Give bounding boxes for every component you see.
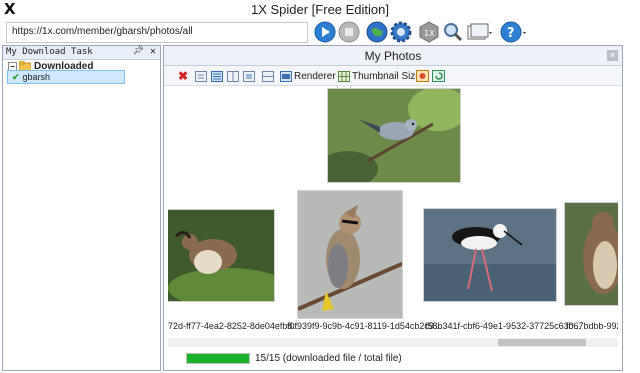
close-icon[interactable]: ✕ (607, 50, 618, 61)
search-button[interactable] (442, 21, 464, 43)
globe-button[interactable] (366, 21, 388, 43)
play-button[interactable] (314, 21, 336, 43)
photo-thumbnail[interactable] (564, 202, 618, 306)
help-icon: ? (500, 21, 526, 43)
renderer-dropdown[interactable]: Renderer ▼ (280, 69, 346, 83)
photos-panel-header: My Photos (164, 46, 622, 66)
window-button[interactable] (466, 21, 494, 43)
renderer-icon (280, 70, 292, 82)
status-bar: 15/15 (downloaded file / total file) (164, 349, 622, 370)
photo-thumbnail[interactable] (168, 209, 275, 302)
photos-panel-title: My Photos (364, 49, 422, 63)
export-icon[interactable] (416, 69, 429, 83)
download-progress-fill (187, 354, 249, 363)
pin-icon[interactable]: 📌︎ (133, 46, 144, 56)
photos-toolbar: ✖ Renderer ▼ Thumbnail Size ▼ (164, 66, 622, 86)
svg-text:1X: 1X (424, 29, 435, 38)
tree-child-label: gbarsh (22, 72, 51, 82)
bird-photo-image (168, 210, 274, 301)
bird-photo-image (328, 89, 460, 182)
thumbnail-grid-icon (338, 70, 350, 82)
view-list-icon[interactable] (211, 69, 223, 83)
photo-caption: fb67bdbb-992b- (566, 321, 618, 331)
check-icon: ✔ (12, 71, 20, 82)
1x-icon: 1X (419, 21, 439, 43)
view-thumbnails-icon[interactable] (243, 69, 255, 83)
help-button[interactable]: ? (500, 21, 528, 43)
main-toolbar: https://1x.com/member/gbarsh/photos/all … (0, 19, 640, 46)
settings-button[interactable] (390, 21, 412, 43)
title-bar: X 1X Spider [Free Edition] (0, 0, 640, 18)
view-details-icon[interactable] (195, 69, 207, 83)
close-panel-icon[interactable]: ✕ (150, 46, 156, 57)
download-task-panel: My Download Task 📌︎ ✕ − Downloaded ✔ gba… (2, 45, 161, 371)
tree-node-gbarsh[interactable]: ✔ gbarsh (7, 70, 125, 84)
photo-thumbnail[interactable] (327, 88, 461, 183)
photos-panel: My Photos ✕ ✖ Renderer ▼ Thumbnail Size … (163, 45, 623, 371)
photo-thumbnail[interactable] (297, 190, 403, 319)
bird-photo-image (298, 191, 402, 318)
stop-button[interactable] (338, 21, 360, 43)
stop-icon (338, 21, 360, 43)
download-status-text: 15/15 (downloaded file / total file) (255, 353, 402, 364)
view-gallery-icon[interactable] (262, 69, 274, 83)
photo-grid: 72d-ff77-4ea2-8252-8de04efb8... f0f939f9… (168, 87, 618, 349)
bird-photo-image (424, 209, 556, 301)
download-progress-bar (186, 353, 250, 364)
thumbnail-size-label: Thumbnail Size (352, 70, 421, 82)
address-field[interactable]: https://1x.com/member/gbarsh/photos/all (6, 22, 308, 43)
download-task-header: My Download Task 📌︎ ✕ (3, 46, 160, 60)
settings-icon (390, 21, 412, 43)
delete-icon[interactable]: ✖ (178, 69, 188, 83)
globe-icon (366, 21, 388, 43)
refresh-icon[interactable] (432, 69, 445, 83)
scrollbar-thumb[interactable] (498, 339, 586, 346)
view-tiles-icon[interactable] (227, 69, 239, 83)
svg-text:?: ? (507, 26, 515, 41)
download-task-title: My Download Task (6, 47, 93, 57)
1x-button[interactable]: 1X (418, 21, 440, 43)
window-icon (467, 23, 492, 40)
play-icon (314, 21, 336, 43)
photo-thumbnail[interactable] (423, 208, 557, 302)
photo-caption: f0f939f9-9c9b-4c91-8119-1d54cb2c9... (287, 321, 442, 331)
bird-photo-image (565, 203, 618, 305)
horizontal-scrollbar[interactable] (168, 338, 618, 347)
photo-caption: f58b341f-cbf6-49e1-9532-37725c630... (425, 321, 582, 331)
search-icon (444, 23, 463, 42)
photo-caption: 72d-ff77-4ea2-8252-8de04efb8... (168, 321, 300, 331)
window-title: 1X Spider [Free Edition] (250, 2, 390, 17)
renderer-label: Renderer (294, 70, 336, 82)
